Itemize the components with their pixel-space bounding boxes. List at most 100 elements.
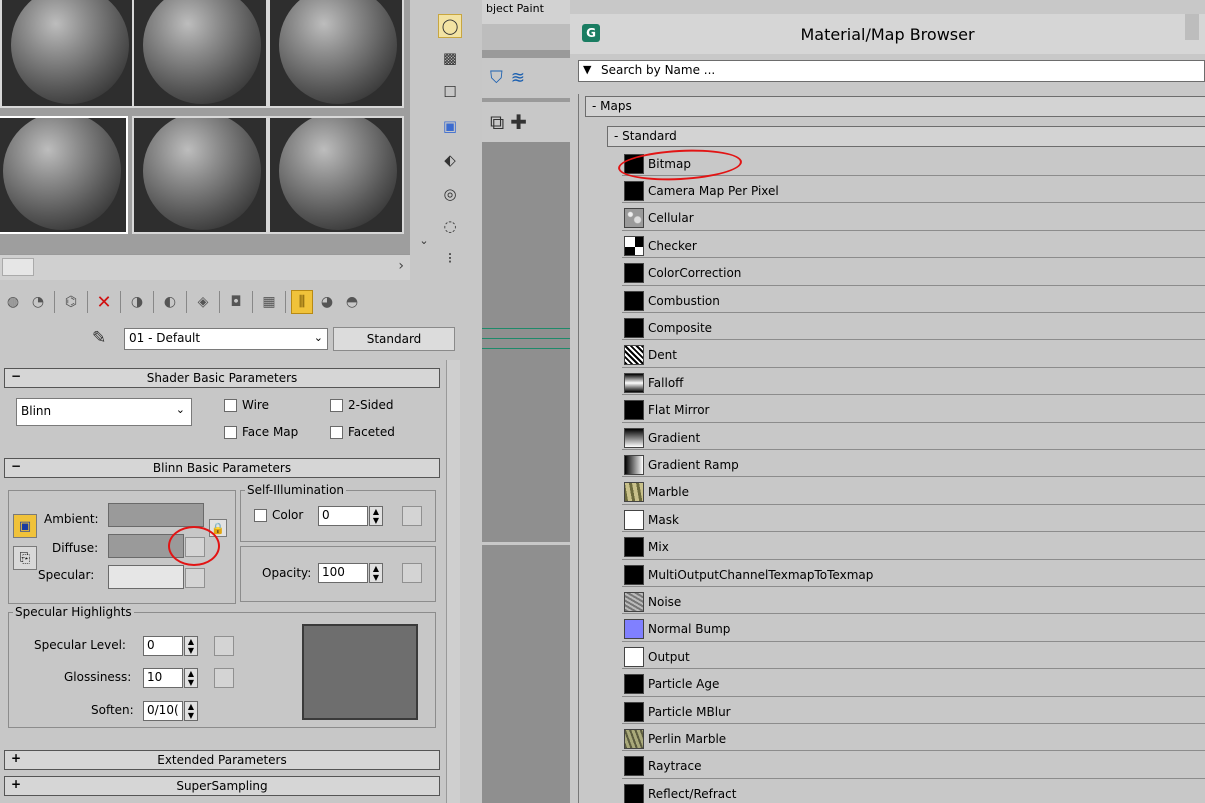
category-maps[interactable]: - Maps [585,96,1205,117]
sample-slot-active[interactable] [0,116,128,234]
put-to-library-icon[interactable]: ◈ [192,290,214,314]
blinn-rollout-header[interactable]: − Blinn Basic Parameters [4,458,440,478]
diffuse-swatch[interactable] [108,534,184,558]
sample-slot[interactable] [268,116,404,234]
select-icon[interactable]: ⛉ [490,68,503,88]
add-icon[interactable]: ✚ [510,110,527,134]
select-by-material-icon[interactable]: ⁝ [438,246,462,270]
map-item[interactable]: Dent [622,344,1205,368]
specular-level-map-button[interactable] [214,636,234,656]
map-item[interactable]: Checker [622,234,1205,259]
scroll-right-icon[interactable]: › [398,258,404,274]
put-to-scene-icon[interactable]: ◔ [27,290,49,314]
reset-map-icon[interactable]: ✕ [93,290,115,314]
map-item[interactable]: Normal Bump [622,618,1205,642]
map-item[interactable]: Mix [622,536,1205,560]
checkbox-box[interactable] [330,425,343,439]
sample-slot[interactable] [132,0,268,108]
spinner-arrows-icon[interactable]: ▲ ▼ [369,506,383,526]
faceted-checkbox[interactable]: Faceted [330,425,395,439]
checkbox-box[interactable] [254,508,267,522]
extended-rollout-header[interactable]: + Extended Parameters [4,750,440,770]
make-unique-icon[interactable]: ◐ [159,290,181,314]
map-item[interactable]: Gradient Ramp [622,453,1205,478]
map-item[interactable]: Falloff [622,371,1205,396]
specular-level-spinner[interactable]: 0 ▲ ▼ [143,636,198,656]
ambient-swatch[interactable] [108,503,204,527]
show-end-result-icon[interactable]: ⫼ [291,290,313,314]
self-illum-map-button[interactable] [402,506,422,526]
glossiness-spinner[interactable]: 10 ▲ ▼ [143,668,198,688]
chevron-down-icon[interactable]: ⌄ [314,331,323,344]
wave-icon[interactable]: ≋ [511,68,525,88]
specular-map-button[interactable] [185,568,205,588]
material-type-button[interactable]: Standard [333,327,455,351]
eyedropper-icon[interactable]: ✎ [92,328,106,348]
editor-scrollbar[interactable] [446,360,460,803]
opacity-spinner[interactable]: 100 ▲ ▼ [318,563,383,583]
map-item[interactable]: Particle MBlur [622,700,1205,724]
map-item[interactable]: Mask [622,508,1205,533]
map-item[interactable]: Cellular [622,207,1205,231]
soften-spinner[interactable]: 0/10(▲ ▼ [143,701,198,721]
map-item[interactable]: Reflect/Refract [622,782,1205,803]
assign-material-icon[interactable]: ⌬ [60,290,82,314]
material-id-icon[interactable]: ◘ [225,290,247,314]
specular-swatch[interactable] [108,565,184,589]
options-chevron-icon[interactable]: ⌄ [412,228,436,252]
checker-bg-icon[interactable]: ▩ [438,46,462,70]
go-forward-sibling-icon[interactable]: ◓ [341,290,363,314]
shader-rollout-header[interactable]: − Shader Basic Parameters [4,368,440,388]
checkbox-box[interactable] [330,398,343,412]
map-item[interactable]: ColorCorrection [622,262,1205,286]
checkbox-box[interactable] [224,398,237,412]
viewport-area[interactable] [482,542,570,803]
map-item[interactable]: Output [622,645,1205,670]
face-map-checkbox[interactable]: Face Map [224,425,298,439]
material-name-field[interactable]: 01 - Default ⌄ [124,328,328,350]
copy-colors-icon[interactable]: ⎘ [13,546,37,570]
self-illum-color-checkbox[interactable]: Color [254,508,303,522]
checkbox-box[interactable] [224,425,237,439]
map-item[interactable]: Marble [622,481,1205,505]
subcategory-standard[interactable]: - Standard [607,126,1205,147]
make-preview-icon[interactable]: ◌ [438,214,462,238]
map-item[interactable]: MultiOutputChannelTexmapToTexmap [622,563,1205,587]
self-illum-value-spinner[interactable]: 0 ▲ ▼ [318,506,383,526]
copy-material-icon[interactable]: ◑ [126,290,148,314]
map-item[interactable]: Noise [622,590,1205,615]
get-material-icon[interactable]: ◍ [2,290,24,314]
map-item[interactable]: Perlin Marble [622,727,1205,752]
show-map-icon[interactable]: ▦ [258,290,280,314]
map-item[interactable]: Gradient [622,426,1205,450]
map-item[interactable]: Composite [622,316,1205,341]
spinner-arrows-icon[interactable]: ▲ ▼ [184,668,198,688]
bg-color-icon[interactable]: ▣ [438,114,462,138]
sample-slot[interactable] [0,0,136,108]
video-check-icon[interactable]: ◎ [438,182,462,206]
map-item[interactable]: Bitmap [622,152,1205,176]
map-item[interactable]: Raytrace [622,755,1205,779]
uv-tiling-icon[interactable]: ⬖ [438,148,462,172]
title-scroll-handle[interactable] [1185,14,1199,40]
sample-slot[interactable] [132,116,268,234]
shader-type-select[interactable]: Blinn ⌄ [16,398,192,426]
chevron-down-icon[interactable]: ⌄ [176,403,185,416]
go-to-parent-icon[interactable]: ◕ [316,290,338,314]
glossiness-map-button[interactable] [214,668,234,688]
scrollbar-thumb[interactable] [2,258,34,276]
layer-add-icon[interactable]: ⧉ [490,110,504,134]
spinner-arrows-icon[interactable]: ▲ ▼ [369,563,383,583]
backlight-icon[interactable]: ☐ [438,80,462,104]
slots-scrollbar[interactable]: › [0,254,410,280]
spinner-arrows-icon[interactable]: ▲ ▼ [184,701,198,721]
two-sided-checkbox[interactable]: 2-Sided [330,398,394,412]
supersampling-rollout-header[interactable]: + SuperSampling [4,776,440,796]
map-item[interactable]: Camera Map Per Pixel [622,179,1205,204]
sample-slot[interactable] [268,0,404,108]
map-item[interactable]: Particle Age [622,673,1205,697]
map-item[interactable]: Combustion [622,289,1205,313]
wire-checkbox[interactable]: Wire [224,398,269,412]
diffuse-map-button[interactable] [185,537,205,557]
search-options-icon[interactable]: ▼ [583,63,591,76]
